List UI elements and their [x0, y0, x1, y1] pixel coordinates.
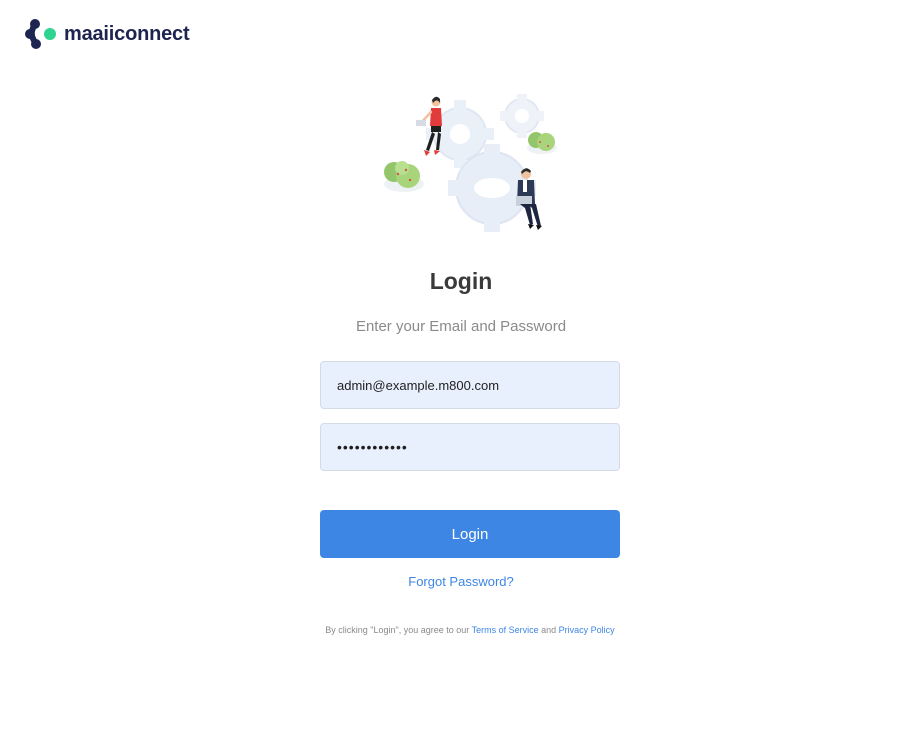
terms-prefix: By clicking "Login", you agree to our: [325, 625, 472, 635]
gear-icon: [500, 94, 544, 138]
gears-with-people-illustration: [384, 94, 557, 232]
privacy-policy-link[interactable]: Privacy Policy: [559, 625, 615, 635]
login-page: maaiiconnect Login Enter your Email and …: [0, 0, 922, 732]
woman-figure-icon: [416, 96, 442, 156]
brand-name: maaiiconnect: [64, 22, 190, 45]
bush-icon: [527, 132, 557, 154]
page-subtitle: Enter your Email and Password: [355, 318, 567, 335]
terms-of-service-link[interactable]: Terms of Service: [472, 625, 539, 635]
forgot-password-link[interactable]: Forgot Password?: [0, 574, 922, 589]
terms-notice: By clicking "Login", you agree to our Te…: [325, 624, 615, 637]
brand-logo: maaiiconnect: [25, 18, 190, 50]
email-field[interactable]: [320, 361, 620, 409]
maaiiconnect-logo-icon: [25, 19, 56, 49]
password-field[interactable]: [320, 423, 620, 471]
bush-icon: [384, 161, 424, 192]
terms-and-text: and: [538, 625, 559, 635]
page-title: Login: [429, 268, 493, 294]
login-button[interactable]: Login: [320, 510, 620, 558]
